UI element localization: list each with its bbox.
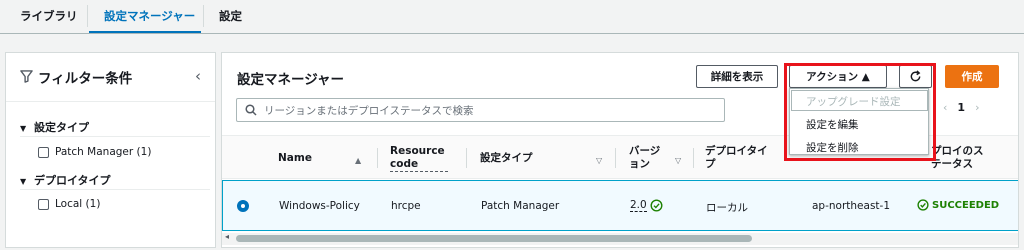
filter-option-local[interactable]: Local (1) — [38, 198, 100, 210]
column-divider — [377, 148, 378, 168]
filter-option-label: Local (1) — [55, 198, 101, 210]
create-button[interactable]: 作成 — [945, 65, 999, 88]
column-divider — [615, 148, 616, 168]
sort-ascending-icon: ▲ — [355, 156, 362, 165]
column-name[interactable]: Name ▲ — [278, 152, 368, 165]
column-resource-code[interactable]: Resource code — [390, 145, 460, 172]
cell-deploy-type: ローカル — [706, 202, 748, 214]
column-label: Resource — [390, 145, 445, 157]
filter-group-label: 設定タイプ — [34, 121, 89, 134]
column-divider — [466, 148, 467, 168]
tab-divider — [203, 5, 204, 27]
caret-down-icon: ▼ — [20, 177, 27, 186]
cell-region: ap-northeast-1 — [812, 200, 891, 212]
row-select-radio[interactable] — [237, 200, 249, 212]
page-title: 設定マネージャー — [237, 72, 345, 88]
search-placeholder: リージョンまたはデプロイステータスで検索 — [264, 104, 474, 117]
cell-resource-code: hrcpe — [391, 200, 421, 212]
divider — [20, 189, 210, 190]
cell-version: 2.0 — [630, 199, 663, 212]
scroll-left-icon[interactable]: ◂ — [225, 232, 229, 241]
column-label: プロイのス — [931, 145, 984, 157]
sort-icon: ▽ — [596, 156, 603, 165]
column-version[interactable]: バージ ョン ▽ — [629, 145, 689, 171]
top-tabs: ライブラリ 設定マネージャー 設定 — [0, 0, 1024, 34]
next-page-icon[interactable]: › — [975, 101, 979, 114]
tab-settings[interactable]: 設定 — [219, 6, 242, 26]
filter-title: フィルター条件 — [38, 71, 133, 87]
prev-page-icon[interactable]: ‹ — [943, 101, 947, 114]
filter-group-deploy-type[interactable]: ▼ デプロイタイプ — [20, 172, 111, 188]
filter-group-config-type[interactable]: ▼ 設定タイプ — [20, 119, 89, 135]
scroll-thumb[interactable] — [236, 235, 752, 242]
filter-icon — [20, 70, 33, 83]
column-label: Name — [278, 152, 312, 164]
column-deploy-type[interactable]: デプロイタイ プ — [705, 145, 793, 171]
version-value: 2.0 — [630, 199, 647, 212]
column-divider — [693, 148, 694, 168]
details-button[interactable]: 詳細を表示 — [696, 65, 778, 88]
highlight-annotation-box — [784, 63, 936, 161]
column-deploy-status[interactable]: プロイのス テータス — [931, 145, 1018, 171]
filter-group-label: デプロイタイプ — [34, 174, 111, 187]
pagination: ‹ 1 › — [943, 101, 979, 114]
checkbox[interactable] — [38, 146, 49, 158]
cell-deploy-status: SUCCEEDED — [917, 199, 999, 211]
filter-option-patch-manager[interactable]: Patch Manager (1) — [38, 146, 151, 158]
column-config-type[interactable]: 設定タイプ ▽ — [480, 152, 605, 165]
checkbox[interactable] — [38, 198, 49, 210]
tabs-baseline — [0, 33, 1024, 34]
tab-library[interactable]: ライブラリ — [20, 6, 78, 26]
success-icon — [917, 199, 929, 211]
collapse-panel-icon[interactable]: ‹ — [195, 67, 201, 85]
filter-option-label: Patch Manager (1) — [55, 146, 152, 158]
search-input[interactable]: リージョンまたはデプロイステータスで検索 — [236, 98, 725, 122]
filter-header: フィルター条件 ‹ — [6, 53, 215, 102]
filter-panel: フィルター条件 ‹ ▼ 設定タイプ Patch Manager (1) ▼ デプロイ… — [5, 52, 216, 248]
column-label: デプロイタイ — [705, 145, 768, 157]
column-label: code — [390, 158, 448, 172]
tab-divider — [87, 5, 88, 27]
search-icon — [245, 104, 257, 116]
sort-icon: ▽ — [675, 156, 682, 165]
cell-name: Windows-Policy — [279, 200, 360, 212]
tab-config-manager[interactable]: 設定マネージャー — [104, 6, 195, 26]
horizontal-scrollbar[interactable]: ◂ — [222, 232, 1018, 245]
column-label: テータス — [931, 158, 973, 170]
column-label: プ — [705, 158, 716, 170]
status-label: SUCCEEDED — [932, 199, 1000, 211]
table-row[interactable]: Windows-Policy hrcpe Patch Manager 2.0 ロ… — [222, 180, 1018, 231]
divider — [20, 136, 210, 137]
cell-config-type: Patch Manager — [481, 200, 560, 212]
current-page[interactable]: 1 — [957, 101, 965, 114]
caret-down-icon: ▼ — [20, 124, 27, 133]
column-label: 設定タイプ — [480, 152, 533, 164]
check-circle-icon — [650, 199, 663, 212]
